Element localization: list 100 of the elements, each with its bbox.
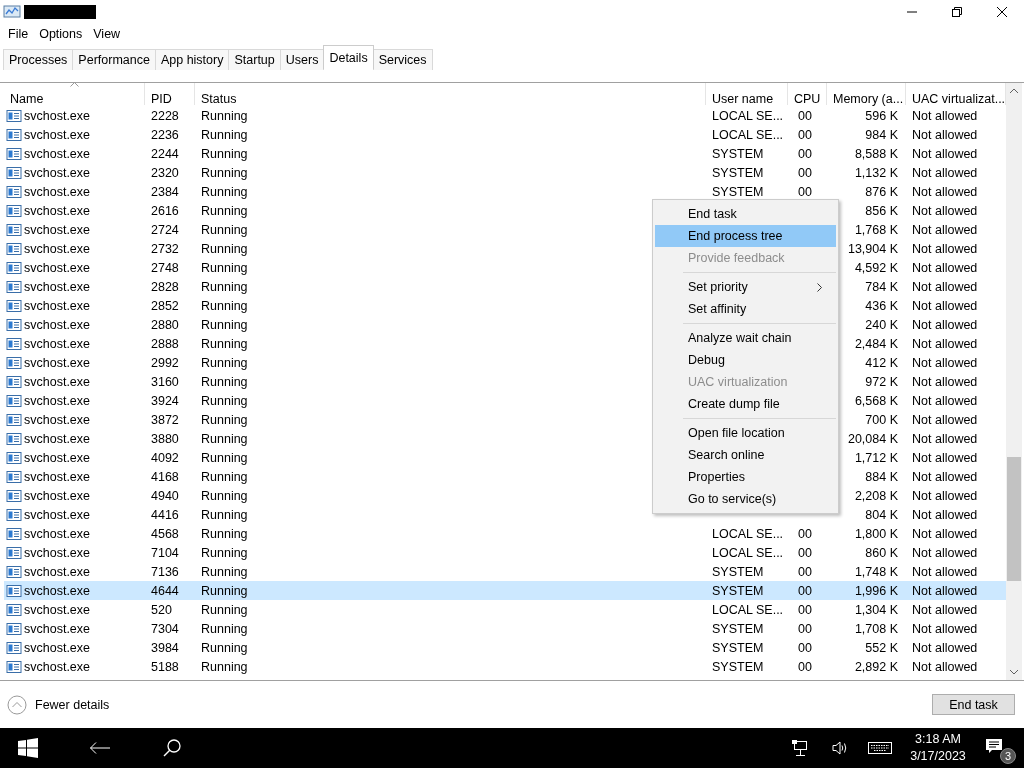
table-cell: SYSTEM bbox=[712, 621, 764, 636]
menu-item[interactable]: Search online bbox=[655, 444, 836, 466]
window-icon bbox=[6, 279, 22, 294]
table-cell: 2,892 K bbox=[854, 659, 898, 674]
notifications-button[interactable]: 3 bbox=[976, 728, 1024, 768]
menu-item[interactable]: Set affinity bbox=[655, 298, 836, 320]
menu-item[interactable]: Analyze wait chain bbox=[655, 327, 836, 349]
table-cell: 2244 bbox=[151, 146, 179, 161]
table-cell: Running bbox=[201, 298, 248, 313]
clock-time: 3:18 AM bbox=[915, 731, 961, 748]
window-icon bbox=[6, 203, 22, 218]
table-cell: 2,484 K bbox=[854, 336, 898, 351]
table-cell: 1,996 K bbox=[854, 583, 898, 598]
table-cell: 884 K bbox=[865, 469, 898, 484]
table-cell: Running bbox=[201, 336, 248, 351]
table-cell: 3872 bbox=[151, 412, 179, 427]
tab[interactable]: App history bbox=[154, 49, 230, 70]
window-icon bbox=[6, 108, 22, 123]
table-cell: 436 K bbox=[865, 298, 898, 313]
clock[interactable]: 3:18 AM 3/17/2023 bbox=[900, 731, 976, 765]
table-cell: svchost.exe bbox=[24, 146, 90, 161]
tab[interactable]: Details bbox=[323, 45, 374, 69]
table-cell: 4168 bbox=[151, 469, 179, 484]
column-header[interactable]: CPU bbox=[788, 83, 827, 105]
back-arrow-icon bbox=[90, 742, 110, 754]
table-cell: 8,588 K bbox=[854, 146, 898, 161]
menu-item[interactable]: Open file location bbox=[655, 422, 836, 444]
table-cell: Running bbox=[201, 260, 248, 275]
menu-item[interactable]: Options bbox=[35, 27, 90, 41]
restore-icon bbox=[951, 7, 962, 17]
menu-item[interactable]: Properties bbox=[655, 466, 836, 488]
table-cell: Not allowed bbox=[912, 431, 978, 446]
fewer-details-button[interactable]: Fewer details bbox=[7, 694, 110, 715]
table-cell: 3984 bbox=[151, 640, 179, 655]
table-cell: 4092 bbox=[151, 450, 179, 465]
table-cell: 4568 bbox=[151, 526, 179, 541]
window-icon bbox=[6, 184, 22, 199]
table-cell: 856 K bbox=[865, 203, 898, 218]
end-task-button[interactable]: End task bbox=[932, 694, 1015, 715]
table-cell: 00 bbox=[798, 640, 812, 655]
table-cell: Running bbox=[201, 469, 248, 484]
tab[interactable]: Startup bbox=[228, 49, 281, 70]
table-cell: Running bbox=[201, 450, 248, 465]
table-cell: svchost.exe bbox=[24, 621, 90, 636]
column-header[interactable]: User name bbox=[706, 83, 788, 105]
menu-item[interactable]: Debug bbox=[655, 349, 836, 371]
table-cell: 00 bbox=[798, 165, 812, 180]
menu-item[interactable]: Create dump file bbox=[655, 393, 836, 415]
table-cell: Not allowed bbox=[912, 602, 978, 617]
window-icon bbox=[6, 241, 22, 256]
table-cell: SYSTEM bbox=[712, 564, 764, 579]
table-cell: Not allowed bbox=[912, 203, 978, 218]
table-cell: svchost.exe bbox=[24, 659, 90, 674]
scrollbar-thumb[interactable] bbox=[1007, 457, 1021, 581]
window-icon bbox=[6, 222, 22, 237]
window-icon bbox=[6, 526, 22, 541]
table-cell: 00 bbox=[798, 184, 812, 199]
menu-item[interactable]: View bbox=[89, 27, 128, 41]
menu-item[interactable]: End task bbox=[655, 203, 836, 225]
column-header[interactable]: PID bbox=[145, 83, 195, 105]
column-header[interactable]: Name bbox=[4, 83, 145, 105]
tab[interactable]: Processes bbox=[3, 49, 74, 70]
table-cell: 876 K bbox=[865, 184, 898, 199]
table-cell: 00 bbox=[798, 621, 812, 636]
table-cell: svchost.exe bbox=[24, 203, 90, 218]
table-cell: Running bbox=[201, 564, 248, 579]
window-icon bbox=[6, 621, 22, 636]
tab[interactable]: Users bbox=[279, 49, 325, 70]
table-cell: Not allowed bbox=[912, 469, 978, 484]
table-cell: 700 K bbox=[865, 412, 898, 427]
window-icon bbox=[6, 336, 22, 351]
tab[interactable]: Performance bbox=[72, 49, 156, 70]
table-cell: 784 K bbox=[865, 279, 898, 294]
table-cell: 4416 bbox=[151, 507, 179, 522]
table-cell: Not allowed bbox=[912, 222, 978, 237]
menu-item[interactable]: End process tree bbox=[655, 225, 836, 247]
table-cell: SYSTEM bbox=[712, 640, 764, 655]
table-cell: svchost.exe bbox=[24, 298, 90, 313]
table-cell: SYSTEM bbox=[712, 583, 764, 598]
table-cell: Not allowed bbox=[912, 640, 978, 655]
column-header[interactable]: Status bbox=[195, 83, 706, 105]
table-cell: 1,748 K bbox=[854, 564, 898, 579]
menu-item[interactable]: Set priority bbox=[655, 276, 836, 298]
window-icon bbox=[6, 564, 22, 579]
menu-item[interactable]: Go to service(s) bbox=[655, 488, 836, 510]
tab[interactable]: Services bbox=[372, 49, 433, 70]
table-cell: Not allowed bbox=[912, 374, 978, 389]
table-cell: 2236 bbox=[151, 127, 179, 142]
menu-item[interactable]: File bbox=[4, 27, 36, 41]
table-cell: 00 bbox=[798, 526, 812, 541]
table-cell: svchost.exe bbox=[24, 602, 90, 617]
window-icon bbox=[6, 146, 22, 161]
window-icon bbox=[6, 355, 22, 370]
clock-date: 3/17/2023 bbox=[910, 748, 966, 765]
table-cell: Running bbox=[201, 621, 248, 636]
table-cell: 3160 bbox=[151, 374, 179, 389]
column-header[interactable]: Memory (a... bbox=[827, 83, 906, 105]
table-cell: Not allowed bbox=[912, 412, 978, 427]
selected-row[interactable]: svchost.exe 4644 Running SYSTEM 00 1,996 K Not allowed bbox=[4, 581, 1006, 600]
table-cell: Running bbox=[201, 184, 248, 199]
